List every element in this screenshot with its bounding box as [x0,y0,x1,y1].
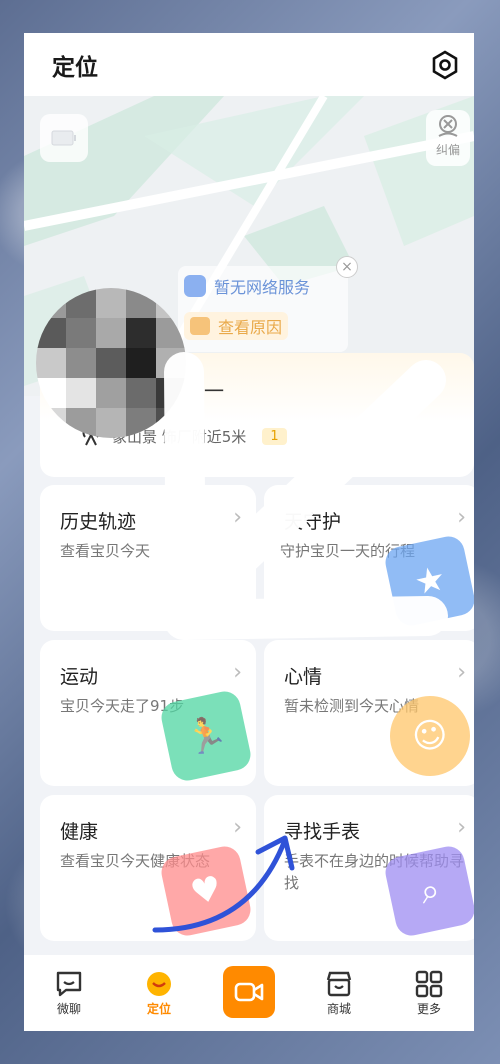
health-card[interactable]: 健康 查看宝贝今天健康状态 › ♥ [40,795,256,941]
location-face-icon [147,971,171,996]
chevron-right-icon: › [233,505,242,530]
nav-label: 微聊 [56,1001,81,1016]
fix-location-icon [438,115,458,137]
fix-label: 纠偏 [435,143,460,157]
page-title: 定位 [52,54,98,81]
child-name: 一 [204,379,224,403]
view-reason-text: 查看原因 [218,318,283,337]
video-call-icon [223,966,275,1018]
card-title: 天守护 [284,511,342,533]
exercise-card[interactable]: 运动 宝贝今天走了91步 › 🏃 [40,640,256,786]
card-title: 运动 [60,666,99,688]
chevron-right-icon: › [233,815,242,840]
location-fix-button[interactable]: 纠偏 [426,110,470,166]
nav-label: 定位 [146,1001,171,1016]
avatar[interactable] [36,288,186,438]
running-icon: 🏃 [158,688,254,784]
card-title: 心情 [284,666,323,688]
card-title: 寻找手表 [284,821,361,843]
card-title: 健康 [60,821,99,843]
bottom-nav: 微聊 定位 商城 更多 [24,955,474,1031]
chevron-right-icon: › [457,815,466,840]
location-time-badge: 1 [262,427,287,445]
chevron-right-icon: › [457,505,466,530]
app-screen: 定位 纠偏 × 暂无网络服务 查看原因 一 象山景 饰厂附近5米 1 历史轨迹 … [24,33,474,1031]
nav-label: 更多 [416,1001,441,1016]
nav-shop[interactable]: 商城 [304,970,374,1017]
star-shield-icon: ★ [382,533,474,629]
day-guard-card[interactable]: 天守护 守护宝贝一天的行程 › ★ [264,485,474,631]
chevron-right-icon: › [457,660,466,685]
history-track-card[interactable]: 历史轨迹 查看宝贝今天 › [40,485,256,631]
battery-icon [40,114,88,162]
magnifier-icon: ⌕ [382,843,474,939]
chevron-right-icon: › [233,660,242,685]
heart-icon: ♥ [158,843,254,939]
close-icon[interactable]: × [336,256,358,278]
card-title: 历史轨迹 [60,511,137,533]
find-watch-card[interactable]: 寻找手表 手表不在身边的时候帮助寻找 › ⌕ [264,795,474,941]
settings-icon[interactable] [430,49,460,80]
top-bar: 定位 [24,33,474,96]
nav-video-call[interactable] [214,966,284,1020]
mood-card[interactable]: 心情 暂未检测到今天心情 › ☺ [264,640,474,786]
grid-icon [415,970,443,997]
no-network-row: 暂无网络服务 [184,274,310,298]
card-subtitle: 查看宝贝今天 [60,542,151,560]
nav-location[interactable]: 定位 [124,970,194,1017]
nav-label: 商城 [326,1001,351,1016]
chat-icon [190,317,210,335]
nav-more[interactable]: 更多 [394,970,464,1017]
shop-icon [326,971,352,996]
nav-chat[interactable]: 微聊 [34,970,104,1017]
no-network-text: 暂无网络服务 [214,278,311,297]
watch-icon [184,275,206,297]
chat-bubble-icon [56,971,82,996]
network-popup: × 暂无网络服务 查看原因 [178,256,358,352]
view-reason-button[interactable]: 查看原因 [184,312,289,340]
